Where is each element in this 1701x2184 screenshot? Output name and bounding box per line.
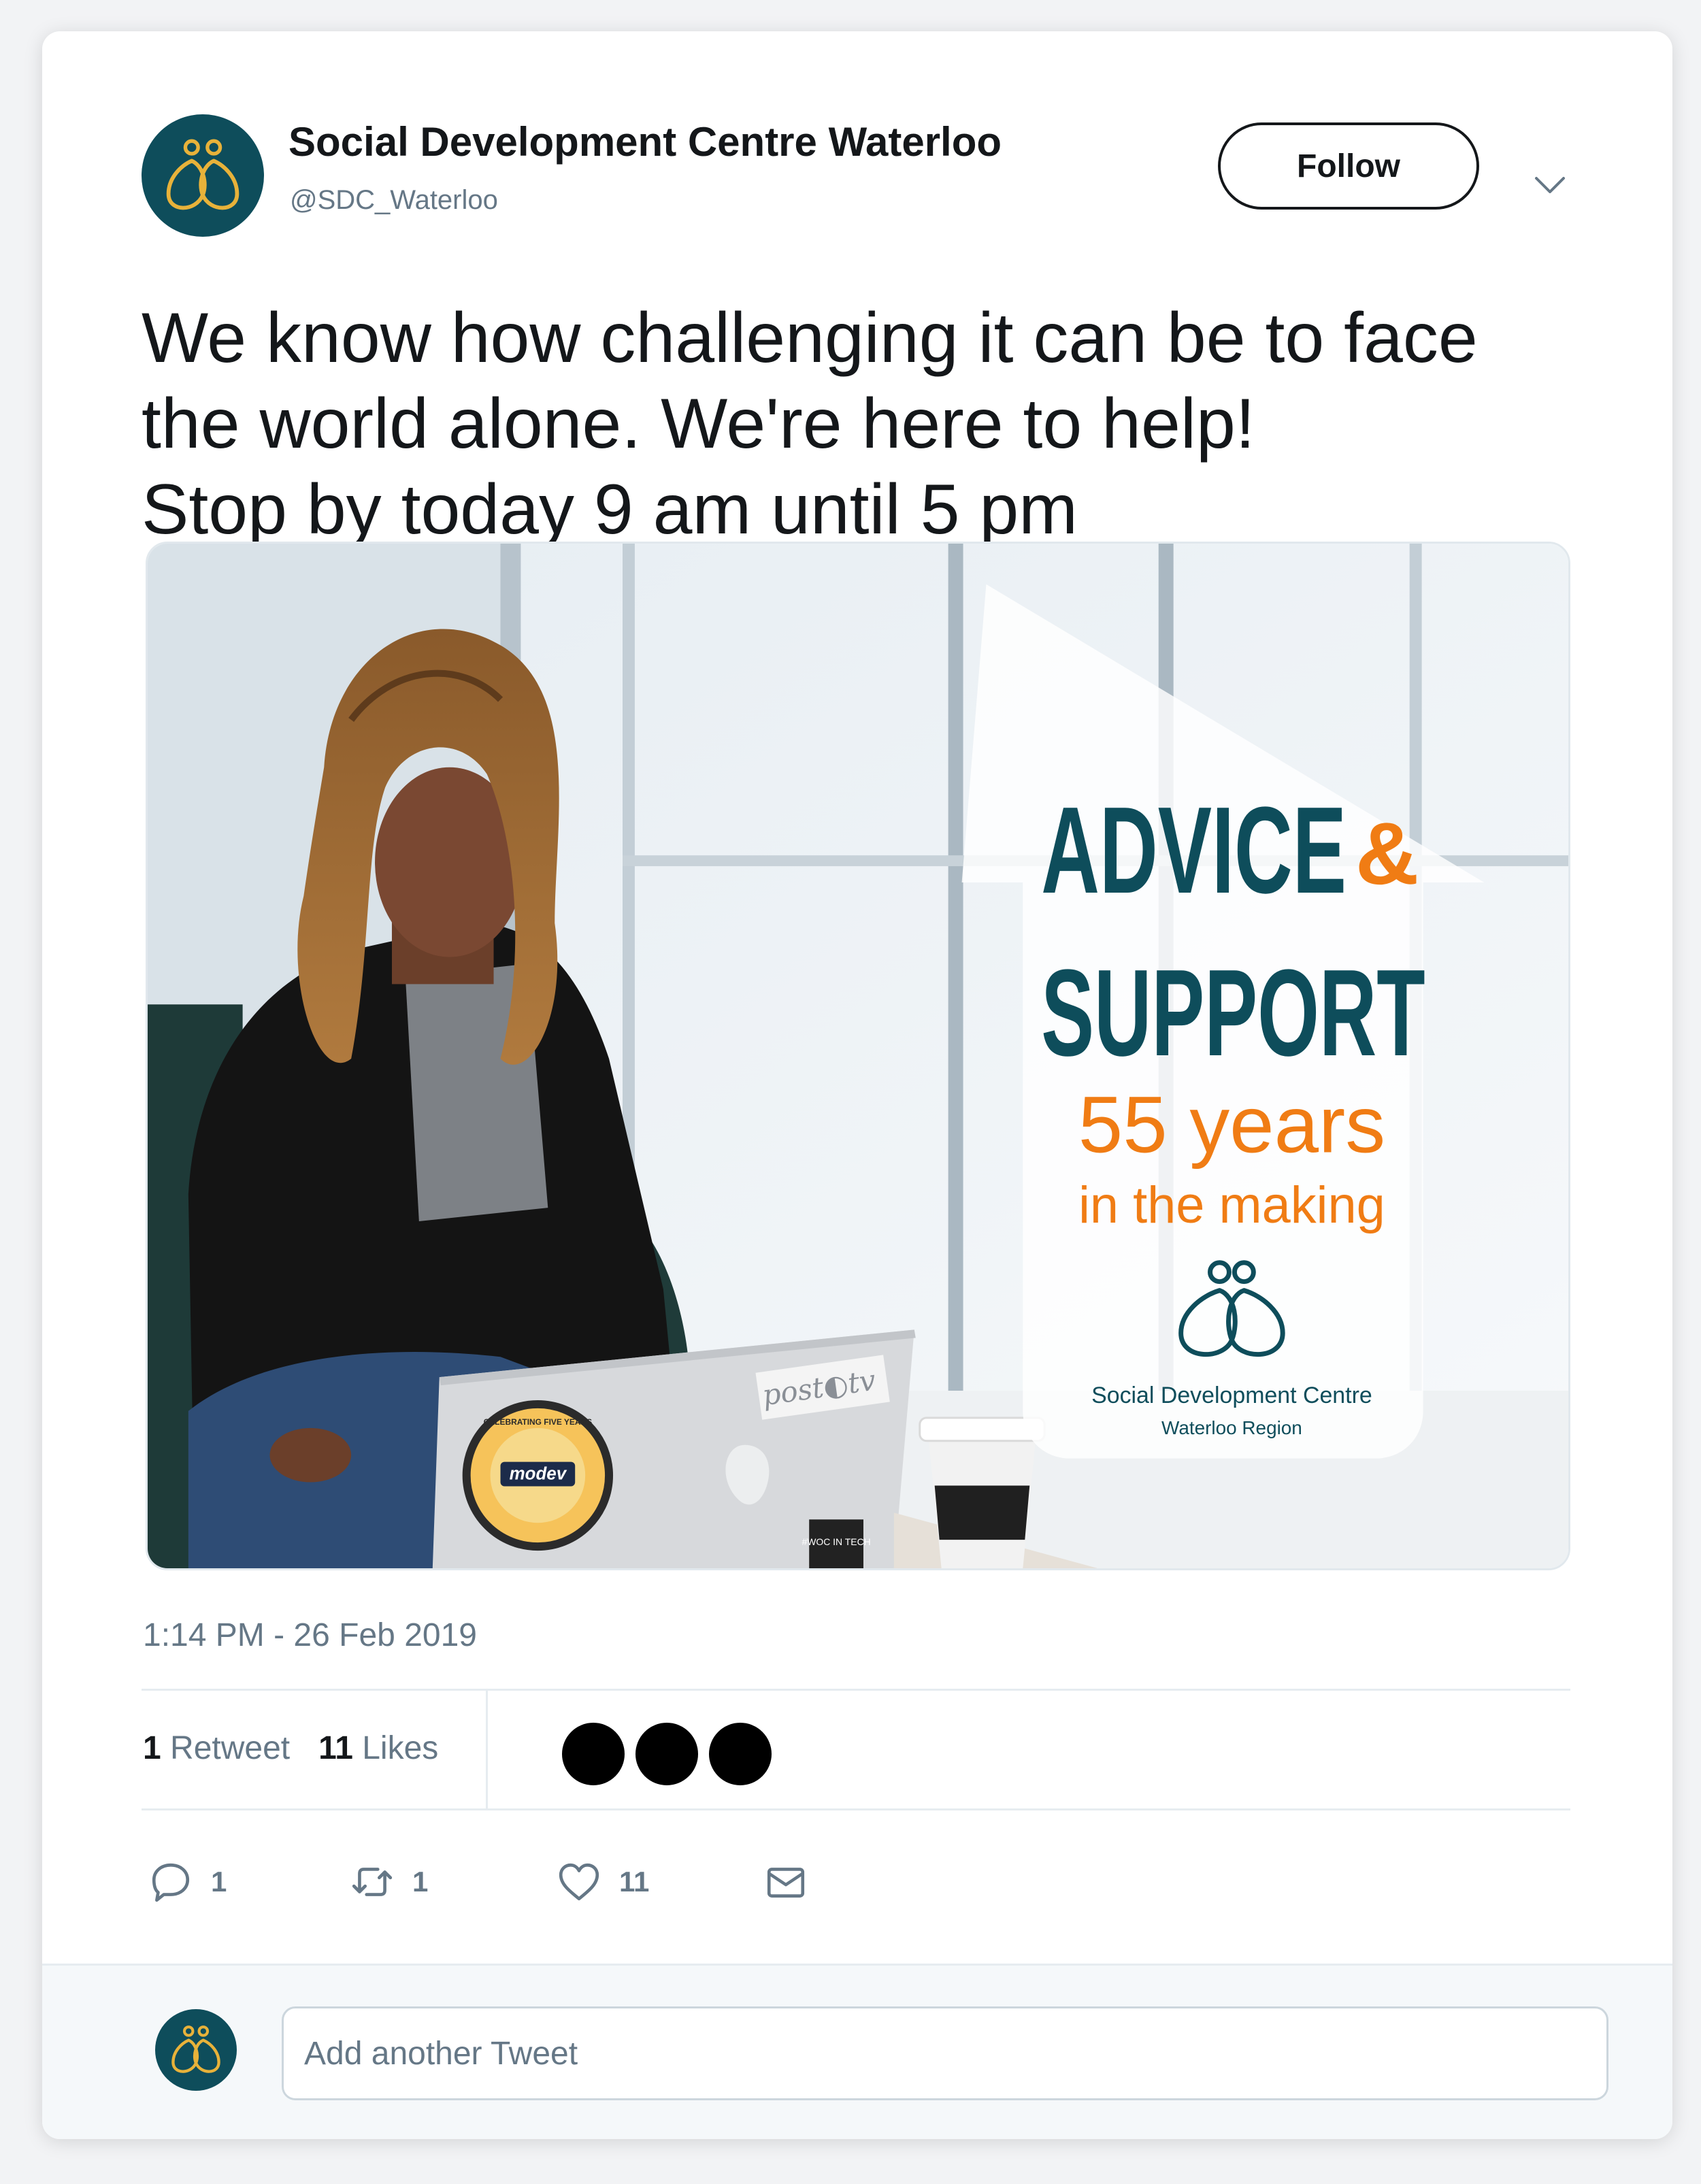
chevron-down-icon[interactable] [1530, 165, 1570, 205]
like-stat[interactable]: 11 Likes [318, 1730, 438, 1766]
woc-sticker-text: #WOC IN TECH [802, 1536, 870, 1547]
sticker-ring-text: CELEBRATING FIVE YEARS [484, 1417, 593, 1427]
divider [142, 1689, 1570, 1691]
tweet-text: We know how challenging it can be to fac… [142, 295, 1611, 552]
follow-button[interactable]: Follow [1218, 122, 1479, 210]
avatar[interactable] [142, 114, 264, 237]
sticker-text: modev [510, 1465, 567, 1484]
direct-message-button[interactable] [763, 1855, 808, 1909]
reply-count: 1 [211, 1866, 227, 1898]
tweet-image-illustration: modev CELEBRATING FIVE YEARS post◐tv #WO… [148, 544, 1568, 1568]
divider [486, 1689, 488, 1810]
retweet-stat[interactable]: 1 Retweet [143, 1730, 290, 1766]
divider [142, 1808, 1570, 1810]
making-text: in the making [1078, 1176, 1385, 1234]
sdc-logo-icon [166, 139, 240, 210]
liker-avatar[interactable] [633, 1720, 701, 1788]
like-button[interactable]: 11 [557, 1855, 649, 1909]
heart-icon [559, 1863, 599, 1901]
tweet-line: the world alone. We're here to help! [142, 384, 1255, 463]
retweet-button[interactable]: 1 [350, 1855, 428, 1909]
like-count: 11 [318, 1730, 353, 1766]
liker-avatar[interactable] [559, 1720, 627, 1788]
tweet-line: Stop by today 9 am until 5 pm [142, 470, 1078, 549]
retweet-action-count: 1 [412, 1866, 429, 1898]
retweet-icon [352, 1868, 393, 1896]
display-name[interactable]: Social Development Centre Waterloo [288, 118, 1002, 165]
tweet-card: Social Development Centre Waterloo @SDC_… [42, 31, 1672, 2139]
avatar[interactable] [155, 2009, 237, 2091]
reply-composer: Add another Tweet [42, 1964, 1672, 2139]
envelope-icon [767, 1868, 805, 1898]
liker-avatar[interactable] [706, 1720, 774, 1788]
like-action-count: 11 [619, 1866, 650, 1898]
sdc-logo-icon [171, 2025, 220, 2073]
like-label: Likes [362, 1730, 439, 1766]
reply-button[interactable]: 1 [148, 1855, 227, 1909]
headline-advice: ADVICE [1041, 782, 1347, 919]
org-name-text: Social Development Centre [1091, 1383, 1372, 1408]
tweet-timestamp[interactable]: 1:14 PM - 26 Feb 2019 [143, 1617, 477, 1654]
tweet-line: We know how challenging it can be to fac… [142, 299, 1478, 378]
user-handle[interactable]: @SDC_Waterloo [290, 185, 498, 216]
org-region-text: Waterloo Region [1161, 1417, 1302, 1438]
retweet-count: 1 [143, 1730, 161, 1766]
headline-support: SUPPORT [1041, 944, 1425, 1082]
tweet-image[interactable]: modev CELEBRATING FIVE YEARS post◐tv #WO… [146, 542, 1570, 1570]
years-text: 55 years [1078, 1080, 1385, 1169]
reply-input[interactable]: Add another Tweet [282, 2006, 1608, 2100]
engagement-stats: 1 Retweet 11 Likes [143, 1730, 438, 1784]
headline-ampersand: & [1355, 805, 1419, 903]
reply-icon [152, 1863, 190, 1902]
retweet-label: Retweet [170, 1730, 291, 1766]
